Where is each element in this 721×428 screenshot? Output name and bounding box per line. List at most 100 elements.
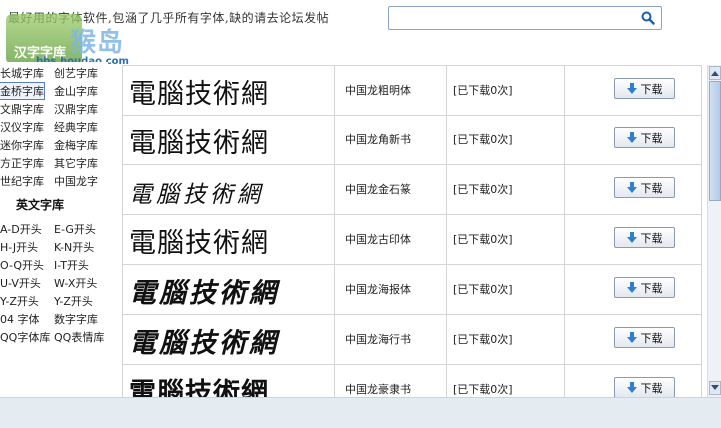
sidebar-link[interactable]: K-N开头 bbox=[54, 239, 94, 255]
sidebar-link[interactable]: E-G开头 bbox=[54, 221, 96, 237]
download-button-label: 下载 bbox=[640, 331, 663, 345]
download-button-label: 下载 bbox=[640, 231, 663, 245]
sidebar-row: H-J开头 K-N开头 bbox=[0, 239, 108, 257]
font-name-cell: 中国龙粗明体 bbox=[335, 66, 447, 115]
font-sample: 電腦技術網 bbox=[129, 378, 269, 397]
download-button[interactable]: 下载 bbox=[614, 177, 675, 198]
font-name: 中国龙海行书 bbox=[345, 333, 411, 346]
font-name-cell: 中国龙角新书 bbox=[335, 115, 447, 164]
download-button-label: 下载 bbox=[640, 281, 663, 295]
download-count: [已下载0次] bbox=[453, 333, 513, 346]
status-bar bbox=[0, 397, 721, 428]
sidebar-row: QQ字体库 QQ表情库 bbox=[0, 329, 108, 347]
font-sample: 電腦技術網 bbox=[129, 228, 269, 259]
font-sample-cell: 電腦技術網 bbox=[123, 265, 335, 314]
sidebar-link[interactable]: 数字字库 bbox=[54, 311, 98, 327]
download-count-cell: [已下载0次] bbox=[447, 165, 565, 214]
sidebar-link[interactable]: 金山字库 bbox=[54, 83, 98, 99]
watermark-logo: 汉字字库 猴岛 bbs.houdao.com bbox=[6, 14, 156, 67]
download-button[interactable]: 下载 bbox=[614, 78, 675, 99]
sidebar-link[interactable]: 经典字库 bbox=[54, 119, 98, 135]
download-cell: 下载 bbox=[565, 115, 701, 164]
sidebar-link[interactable]: H-J开头 bbox=[0, 239, 38, 255]
sidebar-link[interactable]: 方正字库 bbox=[0, 155, 44, 171]
download-button[interactable]: 下载 bbox=[614, 277, 675, 298]
download-count-cell: [已下载0次] bbox=[447, 66, 565, 115]
sidebar-row: A-D开头 E-G开头 bbox=[0, 221, 108, 239]
sidebar-link[interactable]: 04 字体 bbox=[0, 311, 40, 327]
font-sample-cell: 電腦技術網 bbox=[123, 215, 335, 264]
download-count: [已下载0次] bbox=[453, 233, 513, 246]
font-row: 電腦技術網 中国龙海报体 [已下载0次] 下载 bbox=[122, 265, 702, 315]
download-button-label: 下载 bbox=[640, 381, 663, 395]
sidebar-row: 04 字体 数字字库 bbox=[0, 311, 108, 329]
download-count: [已下载0次] bbox=[453, 383, 513, 396]
download-cell: 下载 bbox=[565, 165, 701, 214]
sidebar-link[interactable]: O-Q开头 bbox=[0, 257, 44, 273]
sidebar-row: 世纪字库 中国龙字 bbox=[0, 173, 108, 191]
sidebar-link[interactable]: 文鼎字库 bbox=[0, 101, 44, 117]
sidebar-row: 金桥字库 金山字库 bbox=[0, 82, 108, 101]
font-name-cell: 中国龙古印体 bbox=[335, 215, 447, 264]
sidebar-section-title: 英文字库 bbox=[16, 198, 65, 212]
download-count: [已下载0次] bbox=[453, 283, 513, 296]
download-arrow-icon bbox=[626, 382, 637, 393]
sidebar-link[interactable]: 世纪字库 bbox=[0, 173, 44, 189]
font-sample-cell: 電腦技術網 bbox=[123, 365, 335, 397]
sidebar-link[interactable]: 迷你字库 bbox=[0, 137, 44, 153]
download-button-label: 下载 bbox=[640, 82, 663, 96]
font-row: 電腦技術網 中国龙古印体 [已下载0次] 下载 bbox=[122, 215, 702, 265]
font-row: 電腦技術網 中国龙豪隶书 [已下载0次] 下载 bbox=[122, 365, 702, 397]
sidebar-link[interactable]: U-V开头 bbox=[0, 275, 41, 291]
sidebar-link[interactable]: QQ字体库 bbox=[0, 329, 50, 345]
sidebar-row: 长城字库 创艺字库 bbox=[0, 65, 108, 83]
font-sample: 電腦技術網 bbox=[129, 182, 264, 208]
sidebar-link[interactable]: Y-Z开头 bbox=[0, 293, 39, 309]
download-arrow-icon bbox=[626, 232, 637, 243]
sidebar-link[interactable]: 中国龙字 bbox=[54, 173, 98, 189]
sidebar-link[interactable]: 长城字库 bbox=[0, 65, 44, 81]
download-count: [已下载0次] bbox=[453, 133, 513, 146]
sidebar-link[interactable]: 汉鼎字库 bbox=[54, 101, 98, 117]
sidebar-link[interactable]: 金梅字库 bbox=[54, 137, 98, 153]
font-sample-cell: 電腦技術網 bbox=[123, 66, 335, 115]
download-button[interactable]: 下载 bbox=[614, 327, 675, 348]
download-arrow-icon bbox=[626, 182, 637, 193]
sidebar-link[interactable]: 创艺字库 bbox=[54, 65, 98, 81]
sidebar-link[interactable]: I-T开头 bbox=[54, 257, 89, 273]
font-row: 電腦技術網 中国龙金石篆 [已下载0次] 下载 bbox=[122, 165, 702, 215]
download-cell: 下载 bbox=[565, 265, 701, 314]
font-sample: 電腦技術網 bbox=[129, 328, 279, 359]
font-sample-cell: 電腦技術網 bbox=[123, 115, 335, 164]
sidebar-link[interactable]: W-X开头 bbox=[54, 275, 97, 291]
download-count: [已下载0次] bbox=[453, 84, 513, 97]
font-name: 中国龙角新书 bbox=[345, 133, 411, 146]
sidebar: 长城字库 创艺字库 金桥字库 金山字库 文鼎字库 汉鼎字库 汉仪字库 经典字库 迷你字库 金梅字库… bbox=[0, 62, 108, 397]
sidebar-link[interactable]: A-D开头 bbox=[0, 221, 42, 237]
scroll-thumb[interactable] bbox=[709, 81, 721, 201]
font-row: 電腦技術網 中国龙海行书 [已下载0次] 下载 bbox=[122, 315, 702, 365]
search-button[interactable] bbox=[637, 9, 659, 27]
sidebar-link[interactable]: QQ表情库 bbox=[54, 329, 104, 345]
download-count-cell: [已下载0次] bbox=[447, 215, 565, 264]
sidebar-link[interactable]: 其它字库 bbox=[54, 155, 98, 171]
download-arrow-icon bbox=[626, 282, 637, 293]
sidebar-row: 文鼎字库 汉鼎字库 bbox=[0, 101, 108, 119]
search-input[interactable] bbox=[392, 9, 626, 27]
scroll-down-button[interactable] bbox=[709, 381, 721, 395]
scroll-up-button[interactable] bbox=[709, 66, 721, 80]
sidebar-link[interactable]: Y-Z开头 bbox=[54, 293, 93, 309]
search-box[interactable] bbox=[388, 6, 662, 30]
sidebar-link[interactable]: 汉仪字库 bbox=[0, 119, 44, 135]
vertical-scrollbar[interactable] bbox=[707, 65, 721, 397]
download-button[interactable]: 下载 bbox=[614, 127, 675, 148]
font-name-cell: 中国龙海行书 bbox=[335, 315, 447, 364]
download-button[interactable]: 下载 bbox=[614, 227, 675, 248]
arrow-up-icon bbox=[711, 71, 719, 76]
download-cell: 下载 bbox=[565, 215, 701, 264]
sidebar-link[interactable]: 金桥字库 bbox=[0, 82, 45, 100]
download-button[interactable]: 下载 bbox=[614, 377, 675, 397]
font-name: 中国龙粗明体 bbox=[345, 84, 411, 97]
download-cell: 下载 bbox=[565, 315, 701, 364]
sidebar-row: Y-Z开头 Y-Z开头 bbox=[0, 293, 108, 311]
